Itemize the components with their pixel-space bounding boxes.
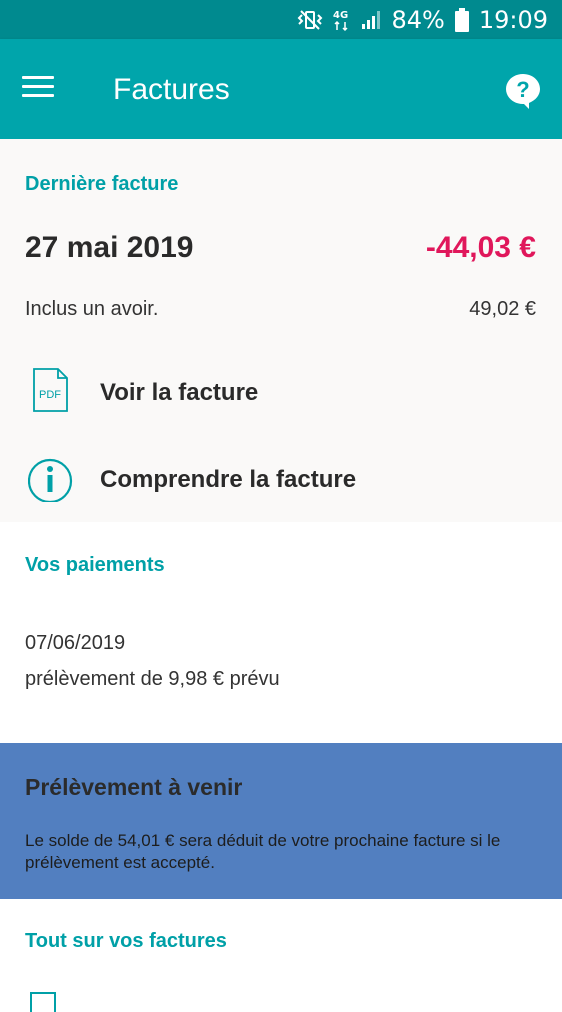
upcoming-debit-banner: Prélèvement à venir Le solde de 54,01 € … <box>0 743 562 899</box>
battery-icon <box>454 8 469 32</box>
page-title: Factures <box>113 73 230 106</box>
credit-value: 49,02 € <box>469 298 536 320</box>
network-4g-icon: 4G <box>333 8 351 32</box>
app-bar: Factures ? <box>0 39 562 139</box>
upcoming-debit-text: Le solde de 54,01 € sera déduit de votre… <box>25 831 501 872</box>
payments-heading: Vos paiements <box>25 554 165 576</box>
document-icon <box>30 992 56 1012</box>
svg-text:PDF: PDF <box>39 389 61 401</box>
payments-section: Vos paiements 07/06/2019 prélèvement de … <box>0 522 562 743</box>
help-bubble-icon[interactable]: ? <box>504 72 542 110</box>
upcoming-debit-title: Prélèvement à venir <box>25 774 243 800</box>
hamburger-menu-icon[interactable] <box>22 76 54 100</box>
vibrate-icon <box>297 9 323 31</box>
pdf-file-icon: PDF <box>28 365 72 415</box>
invoice-date: 27 mai 2019 <box>25 231 194 264</box>
all-invoices-heading: Tout sur vos factures <box>25 930 227 952</box>
svg-text:?: ? <box>516 77 529 102</box>
info-icon <box>27 452 73 504</box>
payment-date: 07/06/2019 <box>25 632 126 654</box>
clock: 19:09 <box>478 6 548 34</box>
view-invoice-label: Voir la facture <box>100 379 259 406</box>
payment-description: prélèvement de 9,98 € prévu <box>25 668 280 690</box>
all-invoices-section: Tout sur vos factures <box>0 899 562 1012</box>
view-invoice-button[interactable]: PDF Voir la facture <box>0 357 562 427</box>
credit-label: Inclus un avoir. <box>25 298 159 320</box>
last-invoice-heading: Dernière facture <box>25 173 179 195</box>
battery-percent: 84% <box>391 6 445 34</box>
svg-text:4G: 4G <box>333 10 348 21</box>
understand-invoice-button[interactable]: Comprendre la facture <box>0 444 562 514</box>
last-invoice-card: Dernière facture 27 mai 2019 -44,03 € In… <box>0 139 562 522</box>
understand-invoice-label: Comprendre la facture <box>100 466 357 493</box>
signal-icon <box>361 10 381 30</box>
status-bar: 4G 84% 19:09 <box>0 0 562 39</box>
invoice-amount: -44,03 € <box>425 231 536 264</box>
